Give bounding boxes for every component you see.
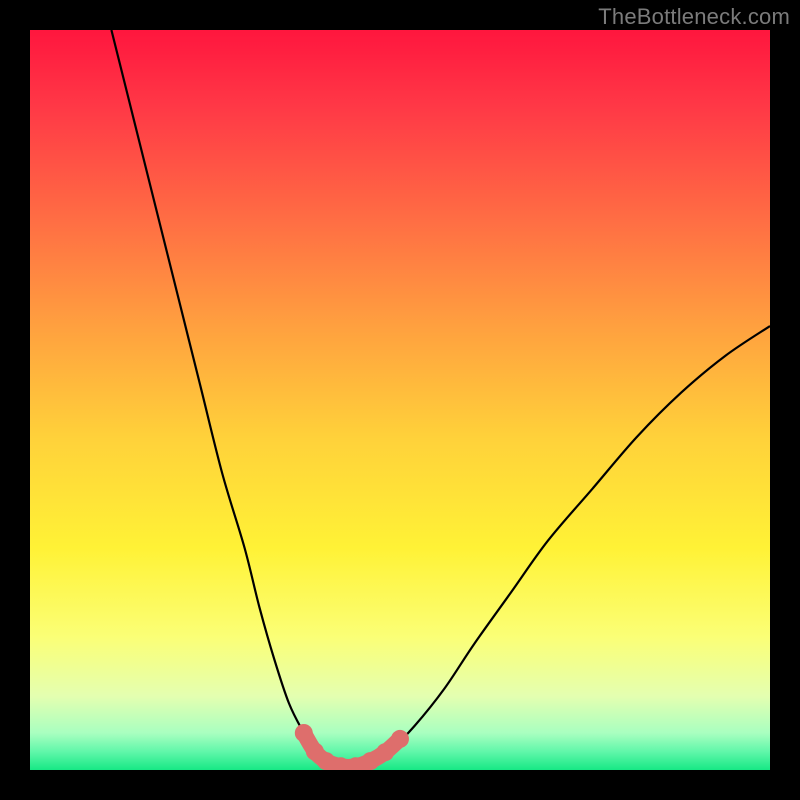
outer-frame: TheBottleneck.com [0, 0, 800, 800]
optimal-point-marker [295, 724, 313, 742]
watermark-text: TheBottleneck.com [598, 4, 790, 30]
optimal-point-marker [376, 743, 394, 761]
gradient-background [30, 30, 770, 770]
bottleneck-chart [30, 30, 770, 770]
optimal-point-marker [391, 730, 409, 748]
